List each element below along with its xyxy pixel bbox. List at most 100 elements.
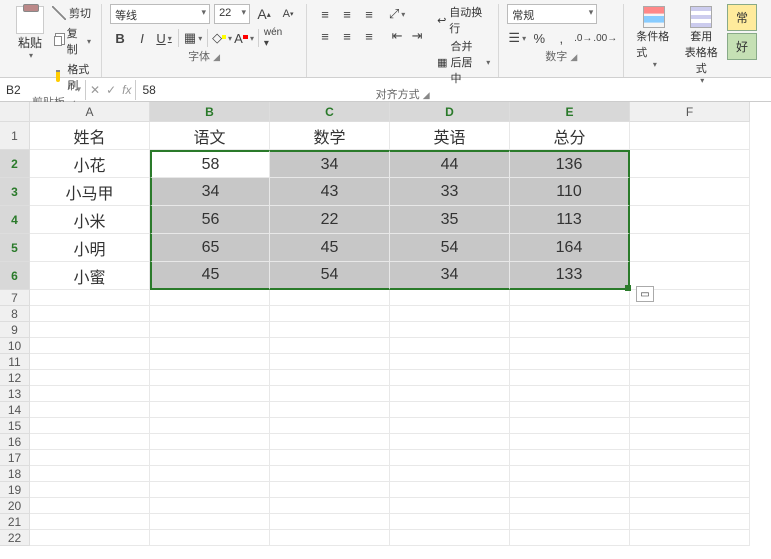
- phonetic-button[interactable]: wén▾: [263, 28, 283, 48]
- row-header-2[interactable]: 2: [0, 150, 30, 178]
- cell-C18[interactable]: [270, 466, 390, 482]
- decrease-decimal-button[interactable]: .00→: [595, 28, 615, 48]
- cell-C13[interactable]: [270, 386, 390, 402]
- cell-B12[interactable]: [150, 370, 270, 386]
- cell-E18[interactable]: [510, 466, 630, 482]
- cell-A8[interactable]: [30, 306, 150, 322]
- cell-C22[interactable]: [270, 530, 390, 546]
- paste-button[interactable]: 粘贴 ▾: [14, 4, 46, 62]
- row-header-4[interactable]: 4: [0, 206, 30, 234]
- cell-B8[interactable]: [150, 306, 270, 322]
- increase-font-button[interactable]: A▴: [254, 4, 274, 24]
- cell-E19[interactable]: [510, 482, 630, 498]
- cell-B11[interactable]: [150, 354, 270, 370]
- font-name-combo[interactable]: 等线: [110, 4, 210, 24]
- copy-button[interactable]: 复制▾: [50, 24, 93, 58]
- cell-F16[interactable]: [630, 434, 750, 450]
- cell-B22[interactable]: [150, 530, 270, 546]
- cell-F21[interactable]: [630, 514, 750, 530]
- cell-A17[interactable]: [30, 450, 150, 466]
- cell-D12[interactable]: [390, 370, 510, 386]
- cell-C3[interactable]: 43: [270, 178, 390, 206]
- cancel-formula-button[interactable]: ✕: [90, 83, 100, 97]
- cell-B20[interactable]: [150, 498, 270, 514]
- cell-F4[interactable]: [630, 206, 750, 234]
- cell-F12[interactable]: [630, 370, 750, 386]
- row-header-10[interactable]: 10: [0, 338, 30, 354]
- cell-A3[interactable]: 小马甲: [30, 178, 150, 206]
- cell-A18[interactable]: [30, 466, 150, 482]
- italic-button[interactable]: I: [132, 28, 152, 48]
- cell-A1[interactable]: 姓名: [30, 122, 150, 150]
- cell-C5[interactable]: 45: [270, 234, 390, 262]
- cell-F20[interactable]: [630, 498, 750, 514]
- cell-E21[interactable]: [510, 514, 630, 530]
- cell-C15[interactable]: [270, 418, 390, 434]
- cell-A20[interactable]: [30, 498, 150, 514]
- column-header-D[interactable]: D: [390, 102, 510, 122]
- cell-A2[interactable]: 小花: [30, 150, 150, 178]
- cell-E10[interactable]: [510, 338, 630, 354]
- cell-A19[interactable]: [30, 482, 150, 498]
- align-left-button[interactable]: ≡: [315, 26, 335, 46]
- accept-formula-button[interactable]: ✓: [106, 83, 116, 97]
- cell-E13[interactable]: [510, 386, 630, 402]
- cell-D19[interactable]: [390, 482, 510, 498]
- increase-indent-button[interactable]: ⇥: [407, 26, 427, 46]
- cell-B21[interactable]: [150, 514, 270, 530]
- increase-decimal-button[interactable]: .0→: [573, 28, 593, 48]
- row-header-12[interactable]: 12: [0, 370, 30, 386]
- row-header-15[interactable]: 15: [0, 418, 30, 434]
- accounting-format-button[interactable]: ☰▾: [507, 28, 527, 48]
- cell-A9[interactable]: [30, 322, 150, 338]
- paste-options-button[interactable]: ▭: [636, 286, 654, 302]
- cell-E17[interactable]: [510, 450, 630, 466]
- column-header-C[interactable]: C: [270, 102, 390, 122]
- cell-C19[interactable]: [270, 482, 390, 498]
- cut-button[interactable]: 剪切: [50, 4, 93, 22]
- cell-C6[interactable]: 54: [270, 262, 390, 290]
- cell-F13[interactable]: [630, 386, 750, 402]
- wrap-text-button[interactable]: ↩自动换行: [437, 4, 490, 36]
- cell-B14[interactable]: [150, 402, 270, 418]
- comma-button[interactable]: ,: [551, 28, 571, 48]
- cell-D14[interactable]: [390, 402, 510, 418]
- cell-style-chang[interactable]: 常: [727, 4, 757, 31]
- cell-B9[interactable]: [150, 322, 270, 338]
- cell-D11[interactable]: [390, 354, 510, 370]
- border-button[interactable]: ▦▾: [183, 28, 203, 48]
- align-center-button[interactable]: ≡: [337, 26, 357, 46]
- cell-C11[interactable]: [270, 354, 390, 370]
- orientation-button[interactable]: ⤢▾: [387, 4, 407, 24]
- cell-A15[interactable]: [30, 418, 150, 434]
- row-header-8[interactable]: 8: [0, 306, 30, 322]
- cell-C9[interactable]: [270, 322, 390, 338]
- cell-D3[interactable]: 33: [390, 178, 510, 206]
- cell-C12[interactable]: [270, 370, 390, 386]
- cell-D18[interactable]: [390, 466, 510, 482]
- cell-A4[interactable]: 小米: [30, 206, 150, 234]
- row-header-9[interactable]: 9: [0, 322, 30, 338]
- cell-F8[interactable]: [630, 306, 750, 322]
- cell-E14[interactable]: [510, 402, 630, 418]
- cell-C21[interactable]: [270, 514, 390, 530]
- cell-E11[interactable]: [510, 354, 630, 370]
- cell-A13[interactable]: [30, 386, 150, 402]
- cell-C10[interactable]: [270, 338, 390, 354]
- align-bottom-button[interactable]: ≡: [359, 4, 379, 24]
- cell-B4[interactable]: 56: [150, 206, 270, 234]
- bold-button[interactable]: B: [110, 28, 130, 48]
- row-header-3[interactable]: 3: [0, 178, 30, 206]
- row-header-5[interactable]: 5: [0, 234, 30, 262]
- row-header-11[interactable]: 11: [0, 354, 30, 370]
- cell-B16[interactable]: [150, 434, 270, 450]
- cell-E9[interactable]: [510, 322, 630, 338]
- cell-C7[interactable]: [270, 290, 390, 306]
- cell-D21[interactable]: [390, 514, 510, 530]
- cell-F1[interactable]: [630, 122, 750, 150]
- decrease-font-button[interactable]: A▾: [278, 4, 298, 24]
- column-header-E[interactable]: E: [510, 102, 630, 122]
- cell-D22[interactable]: [390, 530, 510, 546]
- cell-D8[interactable]: [390, 306, 510, 322]
- cell-B6[interactable]: 45: [150, 262, 270, 290]
